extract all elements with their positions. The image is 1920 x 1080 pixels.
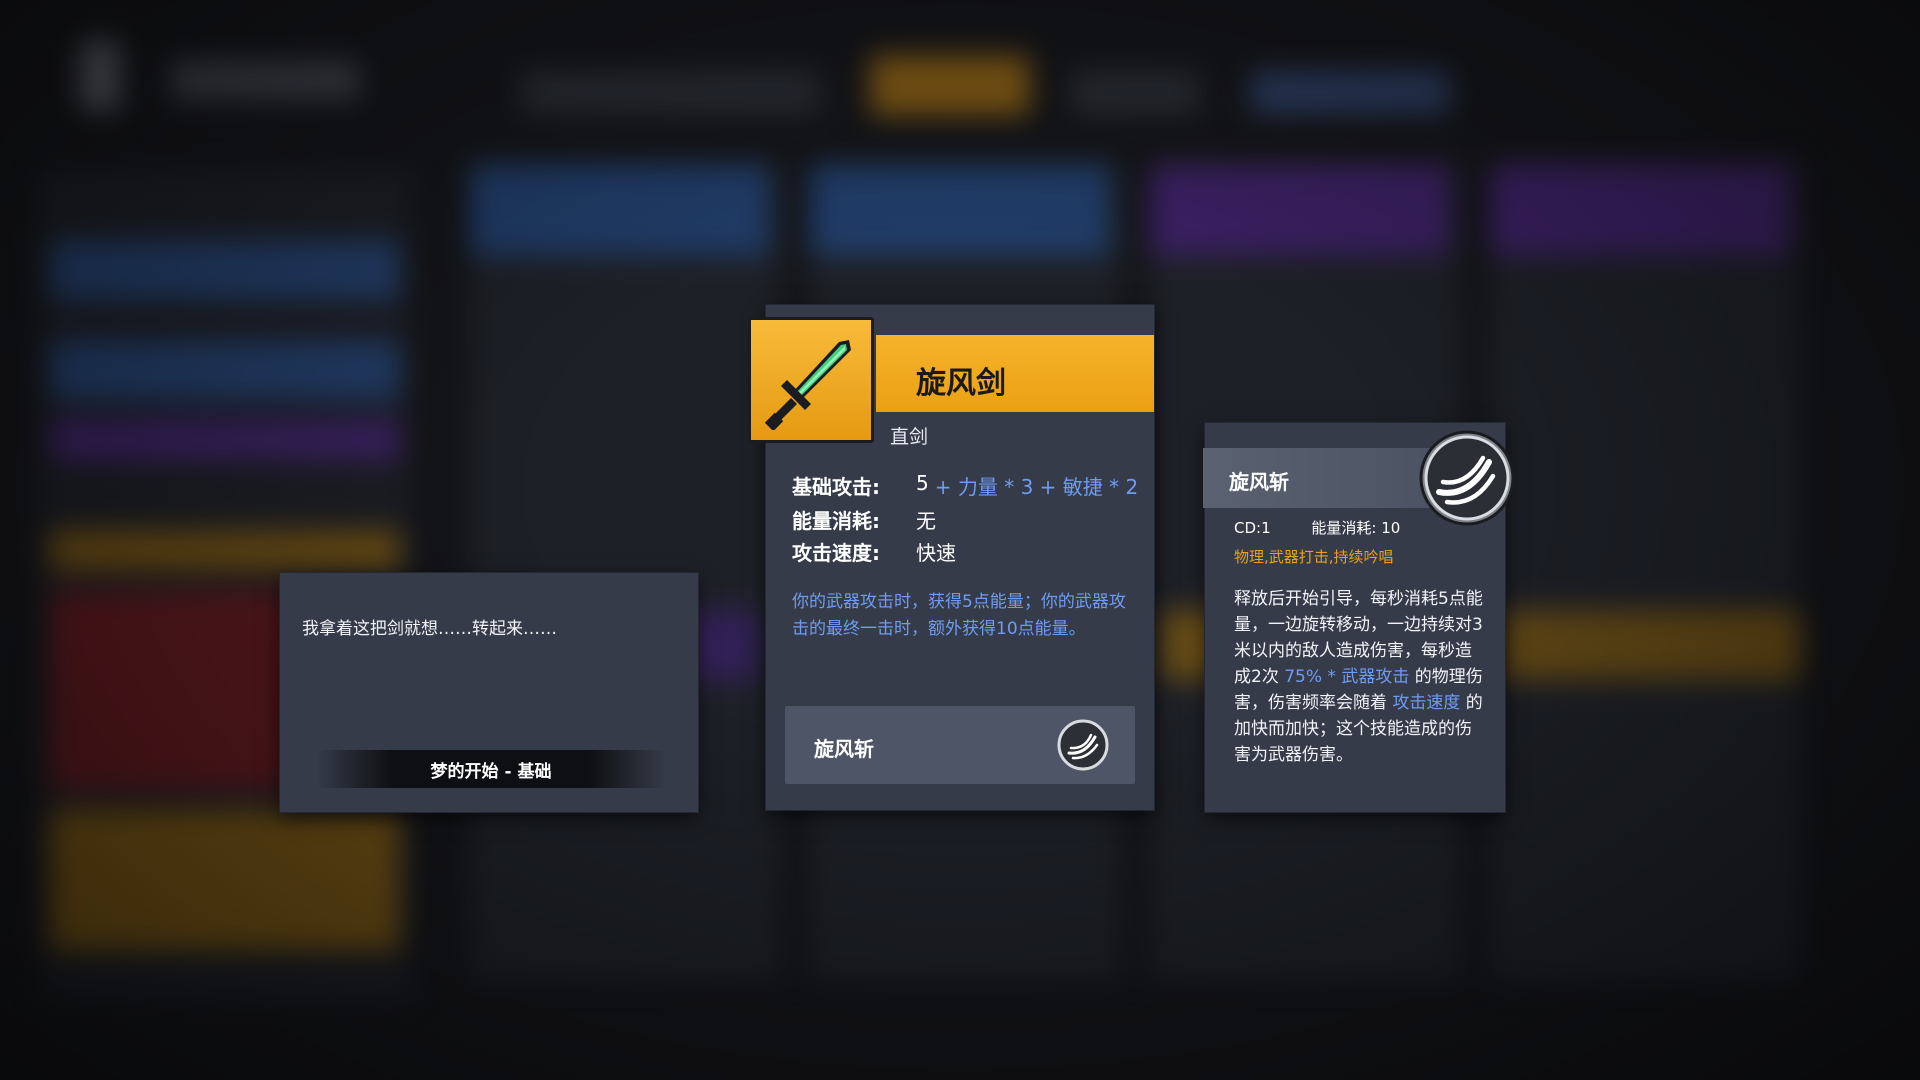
skill-button-label: 旋风斩 <box>814 737 874 761</box>
skill-detail-panel: 旋风斩 CD:1 能量消耗: 10 物理,武器打击,持续吟唱 释放后开始引导，每… <box>1203 423 1515 812</box>
skill-name: 旋风斩 <box>1229 470 1289 494</box>
energy-value: 无 <box>916 509 936 533</box>
speed-label: 攻击速度: <box>792 541 880 565</box>
skill-energy-cost: 能量消耗: 10 <box>1311 519 1401 537</box>
skill-description: 释放后开始引导，每秒消耗5点能量，一边旋转移动，一边持续对3米以内的敌人造成伤害… <box>1234 586 1484 768</box>
skill-tags: 物理,武器打击,持续吟唱 <box>1234 548 1394 566</box>
green-sword-icon <box>764 340 851 430</box>
weapon-type: 直剑 <box>890 426 929 448</box>
whirlwind-icon <box>1057 719 1109 771</box>
attack-label: 基础攻击: <box>792 475 880 499</box>
weapon-description: 你的武器攻击时，获得5点能量；你的武器攻击的最终一击时，额外获得10点能量。 <box>792 592 1126 639</box>
attack-scaling: + 力量 * 3 + 敏捷 * 2 <box>934 475 1139 499</box>
speed-value: 快速 <box>916 541 956 565</box>
stat-row-attack: 基础攻击: 5 + 力量 * 3 + 敏捷 * 2 <box>792 471 1138 500</box>
skill-cooldown: CD:1 <box>1234 519 1271 537</box>
skill-desc-attack-speed: 攻击速度 <box>1392 693 1461 713</box>
weapon-skill-button[interactable]: 旋风斩 <box>785 706 1135 784</box>
skill-meta: CD:1 能量消耗: 10 <box>1234 517 1400 538</box>
lore-text: 我拿着这把剑就想……转起来…… <box>302 619 557 639</box>
attack-base: 5 <box>916 471 929 495</box>
stat-row-speed: 攻击速度: 快速 <box>792 537 956 566</box>
weapon-detail-panel: 旋风剑 直剑 基础攻击: 5 + 力量 * 3 + 敏捷 * 2 能量消耗: 无… <box>748 305 1154 810</box>
weapon-icon-frame <box>748 317 874 443</box>
whirlwind-icon <box>1419 430 1515 526</box>
set-name-banner: 梦的开始 - 基础 <box>316 750 666 788</box>
energy-label: 能量消耗: <box>792 509 880 533</box>
weapon-name: 旋风剑 <box>916 366 1006 401</box>
stat-row-energy: 能量消耗: 无 <box>792 505 936 534</box>
lore-panel: 我拿着这把剑就想……转起来…… 梦的开始 - 基础 <box>280 573 698 812</box>
skill-desc-damage-formula: 75% * 武器攻击 <box>1284 667 1410 687</box>
